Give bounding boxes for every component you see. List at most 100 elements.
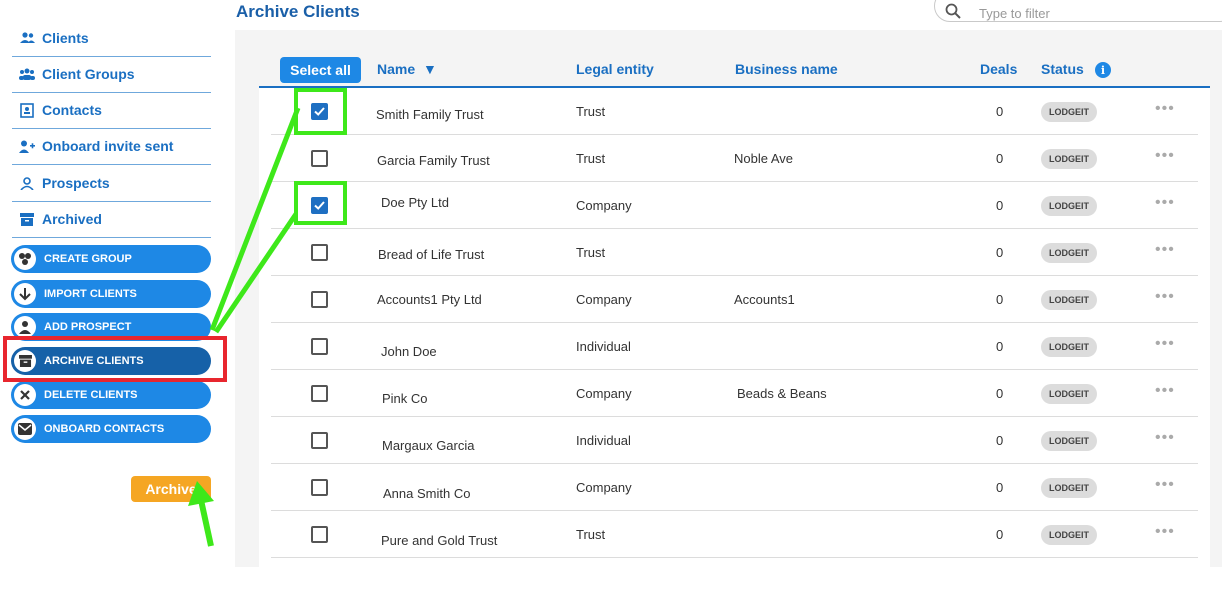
table-row[interactable]: John Doe Individual 0 LODGEIT ••• <box>271 323 1198 370</box>
sort-desc-icon: ▼ <box>423 61 437 77</box>
delete-clients-button[interactable]: DELETE CLIENTS <box>11 381 211 409</box>
table-row[interactable]: Margaux Garcia Individual 0 LODGEIT ••• <box>271 417 1198 464</box>
sidebar-item-prospects[interactable]: Prospects <box>12 165 211 202</box>
status-badge: LODGEIT <box>1041 196 1097 216</box>
arrow-line <box>198 499 214 547</box>
cell-name: Smith Family Trust <box>376 107 484 122</box>
search-placeholder: Type to filter <box>979 6 1050 21</box>
cell-deals: 0 <box>996 480 1004 495</box>
sidebar-item-label: Archived <box>42 211 102 227</box>
table-row[interactable]: Garcia Family Trust Trust Noble Ave 0 LODGEI… <box>271 135 1198 182</box>
cell-legal-entity: Trust <box>576 104 606 119</box>
more-options-icon[interactable]: ••• <box>1155 429 1175 447</box>
more-options-icon[interactable]: ••• <box>1155 382 1175 400</box>
row-checkbox[interactable] <box>311 244 328 261</box>
onboard-contacts-button[interactable]: ONBOARD CONTACTS <box>11 415 211 443</box>
status-badge: LODGEIT <box>1041 384 1097 404</box>
sidebar-item-label: Clients <box>42 30 89 46</box>
column-header-label: Name <box>377 61 416 77</box>
status-badge: LODGEIT <box>1041 149 1097 169</box>
sidebar-item-label: Prospects <box>42 175 110 191</box>
cell-legal-entity: Company <box>576 198 632 213</box>
cell-legal-entity: Trust <box>576 151 606 166</box>
table-row[interactable]: Pure and Gold Trust Trust 0 LODGEIT ••• <box>271 511 1198 558</box>
status-badge: LODGEIT <box>1041 525 1097 545</box>
cell-name: Margaux Garcia <box>382 438 475 453</box>
row-checkbox[interactable] <box>311 432 328 449</box>
sidebar-item-label: Contacts <box>42 102 102 118</box>
cell-deals: 0 <box>996 104 1004 119</box>
more-options-icon[interactable]: ••• <box>1155 241 1175 259</box>
prospect-icon <box>19 175 35 191</box>
sidebar-item-client-groups[interactable]: Client Groups <box>12 56 211 93</box>
cell-deals: 0 <box>996 292 1004 307</box>
row-checkbox[interactable] <box>311 150 328 167</box>
sidebar-item-archived[interactable]: Archived <box>12 201 211 238</box>
table-row[interactable]: Bread of Life Trust Trust 0 LODGEIT ••• <box>271 229 1198 276</box>
sidebar-item-clients[interactable]: Clients <box>12 20 211 57</box>
import-clients-button[interactable]: IMPORT CLIENTS <box>11 280 211 308</box>
row-checkbox[interactable] <box>311 291 328 308</box>
archive-box-icon <box>19 211 35 227</box>
cell-business-name: Noble Ave <box>734 151 794 166</box>
row-checkbox[interactable] <box>311 479 328 496</box>
cell-deals: 0 <box>996 245 1004 260</box>
cell-deals: 0 <box>996 339 1004 354</box>
row-checkbox[interactable] <box>311 338 328 355</box>
cell-deals: 0 <box>996 386 1004 401</box>
cell-name: Pure and Gold Trust <box>381 533 498 548</box>
column-header-legal-entity[interactable]: Legal entity <box>576 61 654 77</box>
table-row[interactable]: Pink Co Company Beads & Beans 0 LODGEIT ••• <box>271 370 1198 417</box>
table-row[interactable]: Anna Smith Co Company 0 LODGEIT ••• <box>271 464 1198 511</box>
info-icon[interactable]: i <box>1095 62 1111 78</box>
table-row[interactable]: Accounts1 Pty Ltd Company Accounts1 0 LODGEI… <box>271 276 1198 323</box>
person-icon <box>14 316 36 338</box>
close-icon <box>14 384 36 406</box>
cell-name: John Doe <box>381 344 437 359</box>
mail-icon <box>14 418 36 440</box>
row-checkbox[interactable] <box>311 526 328 543</box>
sidebar-item-onboard-invite-sent[interactable]: Onboard invite sent <box>12 128 211 165</box>
cell-legal-entity: Company <box>576 292 632 307</box>
more-options-icon[interactable]: ••• <box>1155 147 1175 165</box>
cell-legal-entity: Individual <box>576 433 631 448</box>
cell-name: Doe Pty Ltd <box>381 195 449 210</box>
table-row[interactable]: Smith Family Trust Trust 0 LODGEIT ••• <box>271 88 1198 135</box>
cell-deals: 0 <box>996 198 1004 213</box>
more-options-icon[interactable]: ••• <box>1155 100 1175 118</box>
users-icon <box>19 30 35 46</box>
cell-name: Bread of Life Trust <box>378 247 485 262</box>
archive-button[interactable]: Archive <box>131 476 211 502</box>
more-options-icon[interactable]: ••• <box>1155 194 1175 212</box>
select-all-button[interactable]: Select all <box>280 57 361 83</box>
cell-legal-entity: Trust <box>576 527 606 542</box>
search-icon <box>945 3 961 19</box>
sidebar-item-label: Client Groups <box>42 66 135 82</box>
search-input[interactable]: Type to filter <box>934 0 1222 22</box>
sidebar-item-contacts[interactable]: Contacts <box>12 92 211 129</box>
pill-label: CREATE GROUP <box>44 253 132 265</box>
row-checkbox[interactable] <box>311 385 328 402</box>
column-header-status[interactable]: Status <box>1041 61 1084 77</box>
sidebar-item-label: Onboard invite sent <box>42 138 174 154</box>
checkbox-highlight <box>294 181 347 225</box>
column-header-name[interactable]: Name ▼ <box>377 61 437 77</box>
cell-name: Anna Smith Co <box>383 486 471 501</box>
cell-business-name: Accounts1 <box>734 292 795 307</box>
status-badge: LODGEIT <box>1041 290 1097 310</box>
column-header-business-name[interactable]: Business name <box>735 61 838 77</box>
more-options-icon[interactable]: ••• <box>1155 476 1175 494</box>
more-options-icon[interactable]: ••• <box>1155 335 1175 353</box>
cell-legal-entity: Trust <box>576 245 606 260</box>
more-options-icon[interactable]: ••• <box>1155 288 1175 306</box>
pill-label: ADD PROSPECT <box>44 321 132 333</box>
column-header-deals[interactable]: Deals <box>980 61 1017 77</box>
cell-legal-entity: Individual <box>576 339 631 354</box>
create-group-button[interactable]: CREATE GROUP <box>11 245 211 273</box>
status-badge: LODGEIT <box>1041 431 1097 451</box>
more-options-icon[interactable]: ••• <box>1155 523 1175 541</box>
cell-deals: 0 <box>996 151 1004 166</box>
status-badge: LODGEIT <box>1041 243 1097 263</box>
table-row[interactable]: Doe Pty Ltd Company 0 LODGEIT ••• <box>271 182 1198 229</box>
user-add-icon <box>19 138 35 154</box>
